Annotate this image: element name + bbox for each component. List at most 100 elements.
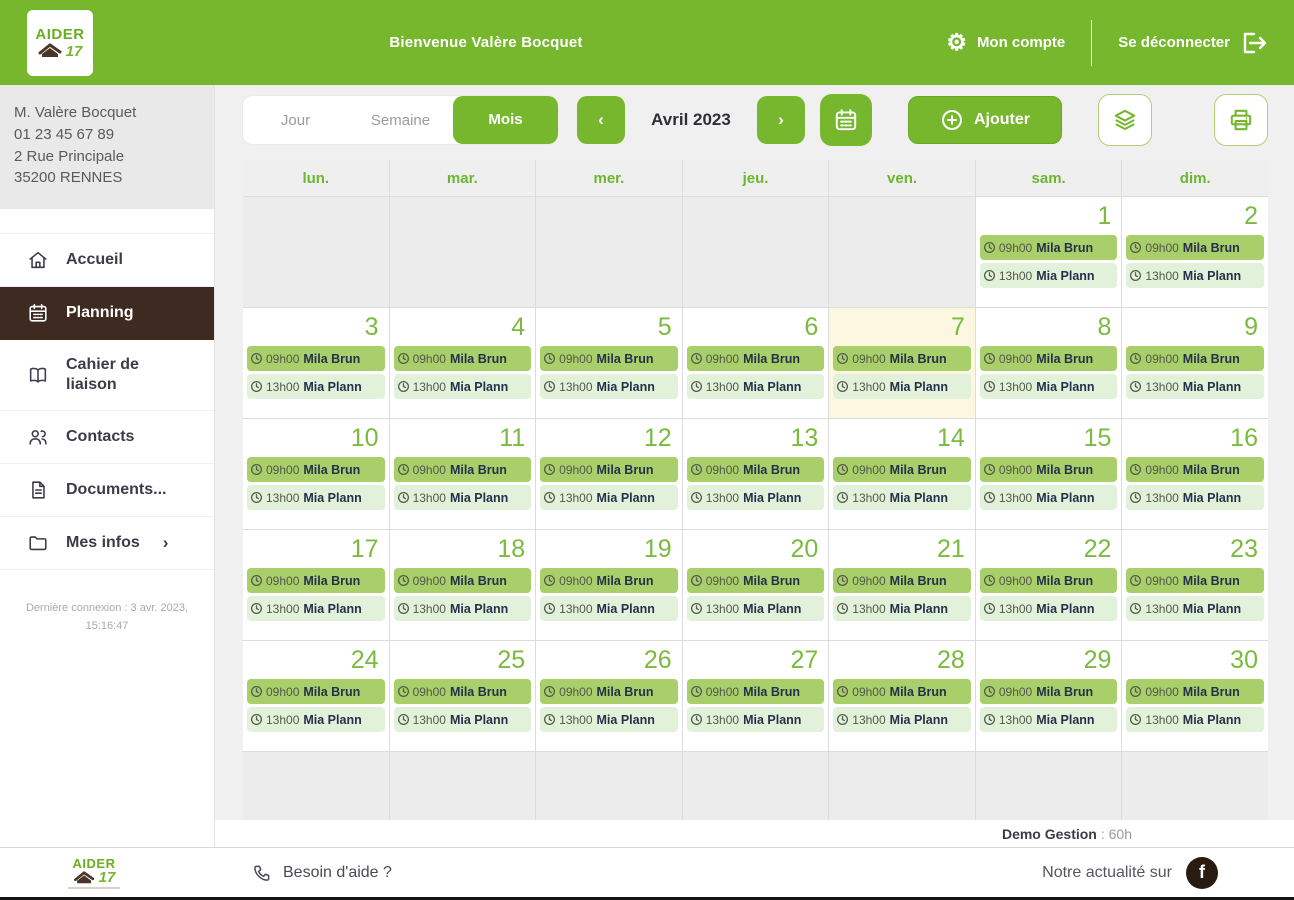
event-chip-13h00[interactable]: 13h00 Mia Plann (833, 485, 971, 510)
add-button[interactable]: Ajouter (908, 96, 1062, 144)
sidebar-item-cahier-de-liaison[interactable]: Cahier de liaison (0, 340, 214, 411)
event-chip-13h00[interactable]: 13h00 Mia Plann (979, 596, 1118, 621)
facebook-icon[interactable]: f (1186, 856, 1218, 889)
event-chip-09h00[interactable]: 09h00 Mila Brun (1126, 457, 1264, 482)
event-chip-09h00[interactable]: 09h00 Mila Brun (1126, 679, 1264, 704)
event-chip-13h00[interactable]: 13h00 Mia Plann (247, 596, 385, 621)
event-chip-09h00[interactable]: 09h00 Mila Brun (540, 568, 678, 593)
day-cell-24[interactable]: 24 09h00 Mila Brun 13h00 Mia Plann (243, 641, 389, 751)
logout-button[interactable]: Se déconnecter (1118, 31, 1268, 55)
event-chip-13h00[interactable]: 13h00 Mia Plann (1126, 263, 1264, 288)
event-chip-09h00[interactable]: 09h00 Mila Brun (833, 568, 971, 593)
day-cell-28[interactable]: 28 09h00 Mila Brun 13h00 Mia Plann (829, 641, 975, 751)
event-chip-13h00[interactable]: 13h00 Mia Plann (1126, 596, 1264, 621)
event-chip-13h00[interactable]: 13h00 Mia Plann (686, 485, 825, 510)
event-chip-13h00[interactable]: 13h00 Mia Plann (393, 374, 532, 399)
event-chip-13h00[interactable]: 13h00 Mia Plann (540, 485, 678, 510)
day-cell-23[interactable]: 23 09h00 Mila Brun 13h00 Mia Plann (1122, 530, 1268, 640)
day-cell-7[interactable]: 7 09h00 Mila Brun 13h00 Mia Plann (829, 308, 975, 418)
day-cell-10[interactable]: 10 09h00 Mila Brun 13h00 Mia Plann (243, 419, 389, 529)
event-chip-13h00[interactable]: 13h00 Mia Plann (393, 707, 532, 732)
day-cell-22[interactable]: 22 09h00 Mila Brun 13h00 Mia Plann (975, 530, 1122, 640)
event-chip-09h00[interactable]: 09h00 Mila Brun (686, 457, 825, 482)
event-chip-09h00[interactable]: 09h00 Mila Brun (833, 457, 971, 482)
event-chip-09h00[interactable]: 09h00 Mila Brun (686, 346, 825, 371)
day-cell-16[interactable]: 16 09h00 Mila Brun 13h00 Mia Plann (1122, 419, 1268, 529)
day-cell-29[interactable]: 29 09h00 Mila Brun 13h00 Mia Plann (975, 641, 1122, 751)
event-chip-09h00[interactable]: 09h00 Mila Brun (393, 457, 532, 482)
event-chip-09h00[interactable]: 09h00 Mila Brun (540, 679, 678, 704)
event-chip-13h00[interactable]: 13h00 Mia Plann (979, 374, 1118, 399)
event-chip-13h00[interactable]: 13h00 Mia Plann (686, 707, 825, 732)
day-cell-19[interactable]: 19 09h00 Mila Brun 13h00 Mia Plann (536, 530, 682, 640)
view-day-button[interactable]: Jour (243, 112, 348, 129)
event-chip-09h00[interactable]: 09h00 Mila Brun (979, 679, 1118, 704)
event-chip-09h00[interactable]: 09h00 Mila Brun (833, 346, 971, 371)
event-chip-09h00[interactable]: 09h00 Mila Brun (833, 679, 971, 704)
footer-logo[interactable]: AIDER 17 (68, 857, 120, 889)
event-chip-13h00[interactable]: 13h00 Mia Plann (979, 485, 1118, 510)
day-cell-15[interactable]: 15 09h00 Mila Brun 13h00 Mia Plann (975, 419, 1122, 529)
print-button[interactable] (1214, 94, 1268, 146)
event-chip-09h00[interactable]: 09h00 Mila Brun (979, 568, 1118, 593)
event-chip-09h00[interactable]: 09h00 Mila Brun (979, 457, 1118, 482)
day-cell-11[interactable]: 11 09h00 Mila Brun 13h00 Mia Plann (389, 419, 536, 529)
event-chip-09h00[interactable]: 09h00 Mila Brun (686, 679, 825, 704)
event-chip-09h00[interactable]: 09h00 Mila Brun (979, 235, 1118, 260)
event-chip-13h00[interactable]: 13h00 Mia Plann (833, 374, 971, 399)
event-chip-13h00[interactable]: 13h00 Mia Plann (1126, 374, 1264, 399)
event-chip-13h00[interactable]: 13h00 Mia Plann (1126, 485, 1264, 510)
event-chip-13h00[interactable]: 13h00 Mia Plann (979, 263, 1118, 288)
sidebar-item-contacts[interactable]: Contacts (0, 411, 214, 464)
sidebar-item-planning[interactable]: Planning (0, 287, 214, 340)
event-chip-13h00[interactable]: 13h00 Mia Plann (540, 596, 678, 621)
event-chip-09h00[interactable]: 09h00 Mila Brun (1126, 346, 1264, 371)
day-cell-30[interactable]: 30 09h00 Mila Brun 13h00 Mia Plann (1122, 641, 1268, 751)
day-cell-20[interactable]: 20 09h00 Mila Brun 13h00 Mia Plann (682, 530, 829, 640)
event-chip-13h00[interactable]: 13h00 Mia Plann (540, 374, 678, 399)
event-chip-13h00[interactable]: 13h00 Mia Plann (247, 485, 385, 510)
day-cell-17[interactable]: 17 09h00 Mila Brun 13h00 Mia Plann (243, 530, 389, 640)
day-cell-6[interactable]: 6 09h00 Mila Brun 13h00 Mia Plann (682, 308, 829, 418)
event-chip-09h00[interactable]: 09h00 Mila Brun (247, 457, 385, 482)
previous-month-button[interactable]: ‹ (577, 96, 625, 144)
sidebar-item-mes-infos[interactable]: Mes infos › (0, 517, 214, 570)
day-cell-1[interactable]: 1 09h00 Mila Brun 13h00 Mia Plann (975, 197, 1122, 307)
day-cell-27[interactable]: 27 09h00 Mila Brun 13h00 Mia Plann (682, 641, 829, 751)
event-chip-09h00[interactable]: 09h00 Mila Brun (1126, 568, 1264, 593)
day-cell-9[interactable]: 9 09h00 Mila Brun 13h00 Mia Plann (1122, 308, 1268, 418)
account-button[interactable]: ⚙ Mon compte (946, 31, 1065, 54)
day-cell-18[interactable]: 18 09h00 Mila Brun 13h00 Mia Plann (389, 530, 536, 640)
event-chip-13h00[interactable]: 13h00 Mia Plann (393, 485, 532, 510)
event-chip-09h00[interactable]: 09h00 Mila Brun (979, 346, 1118, 371)
event-chip-13h00[interactable]: 13h00 Mia Plann (686, 374, 825, 399)
event-chip-13h00[interactable]: 13h00 Mia Plann (979, 707, 1118, 732)
event-chip-09h00[interactable]: 09h00 Mila Brun (686, 568, 825, 593)
event-chip-09h00[interactable]: 09h00 Mila Brun (393, 568, 532, 593)
event-chip-09h00[interactable]: 09h00 Mila Brun (247, 346, 385, 371)
view-week-button[interactable]: Semaine (348, 112, 453, 129)
event-chip-13h00[interactable]: 13h00 Mia Plann (247, 374, 385, 399)
day-cell-25[interactable]: 25 09h00 Mila Brun 13h00 Mia Plann (389, 641, 536, 751)
day-cell-3[interactable]: 3 09h00 Mila Brun 13h00 Mia Plann (243, 308, 389, 418)
day-cell-21[interactable]: 21 09h00 Mila Brun 13h00 Mia Plann (829, 530, 975, 640)
event-chip-13h00[interactable]: 13h00 Mia Plann (833, 707, 971, 732)
day-cell-8[interactable]: 8 09h00 Mila Brun 13h00 Mia Plann (975, 308, 1122, 418)
view-month-button[interactable]: Mois (453, 96, 558, 144)
app-logo[interactable]: AIDER 17 (27, 10, 93, 76)
help-link[interactable]: Besoin d'aide ? (252, 863, 392, 883)
event-chip-09h00[interactable]: 09h00 Mila Brun (540, 457, 678, 482)
event-chip-13h00[interactable]: 13h00 Mia Plann (1126, 707, 1264, 732)
day-cell-14[interactable]: 14 09h00 Mila Brun 13h00 Mia Plann (829, 419, 975, 529)
event-chip-09h00[interactable]: 09h00 Mila Brun (393, 679, 532, 704)
day-cell-13[interactable]: 13 09h00 Mila Brun 13h00 Mia Plann (682, 419, 829, 529)
day-cell-5[interactable]: 5 09h00 Mila Brun 13h00 Mia Plann (536, 308, 682, 418)
layers-button[interactable] (1098, 94, 1152, 146)
event-chip-09h00[interactable]: 09h00 Mila Brun (1126, 235, 1264, 260)
event-chip-13h00[interactable]: 13h00 Mia Plann (833, 596, 971, 621)
day-cell-12[interactable]: 12 09h00 Mila Brun 13h00 Mia Plann (536, 419, 682, 529)
day-cell-4[interactable]: 4 09h00 Mila Brun 13h00 Mia Plann (389, 308, 536, 418)
event-chip-09h00[interactable]: 09h00 Mila Brun (247, 679, 385, 704)
next-month-button[interactable]: › (757, 96, 805, 144)
event-chip-13h00[interactable]: 13h00 Mia Plann (540, 707, 678, 732)
